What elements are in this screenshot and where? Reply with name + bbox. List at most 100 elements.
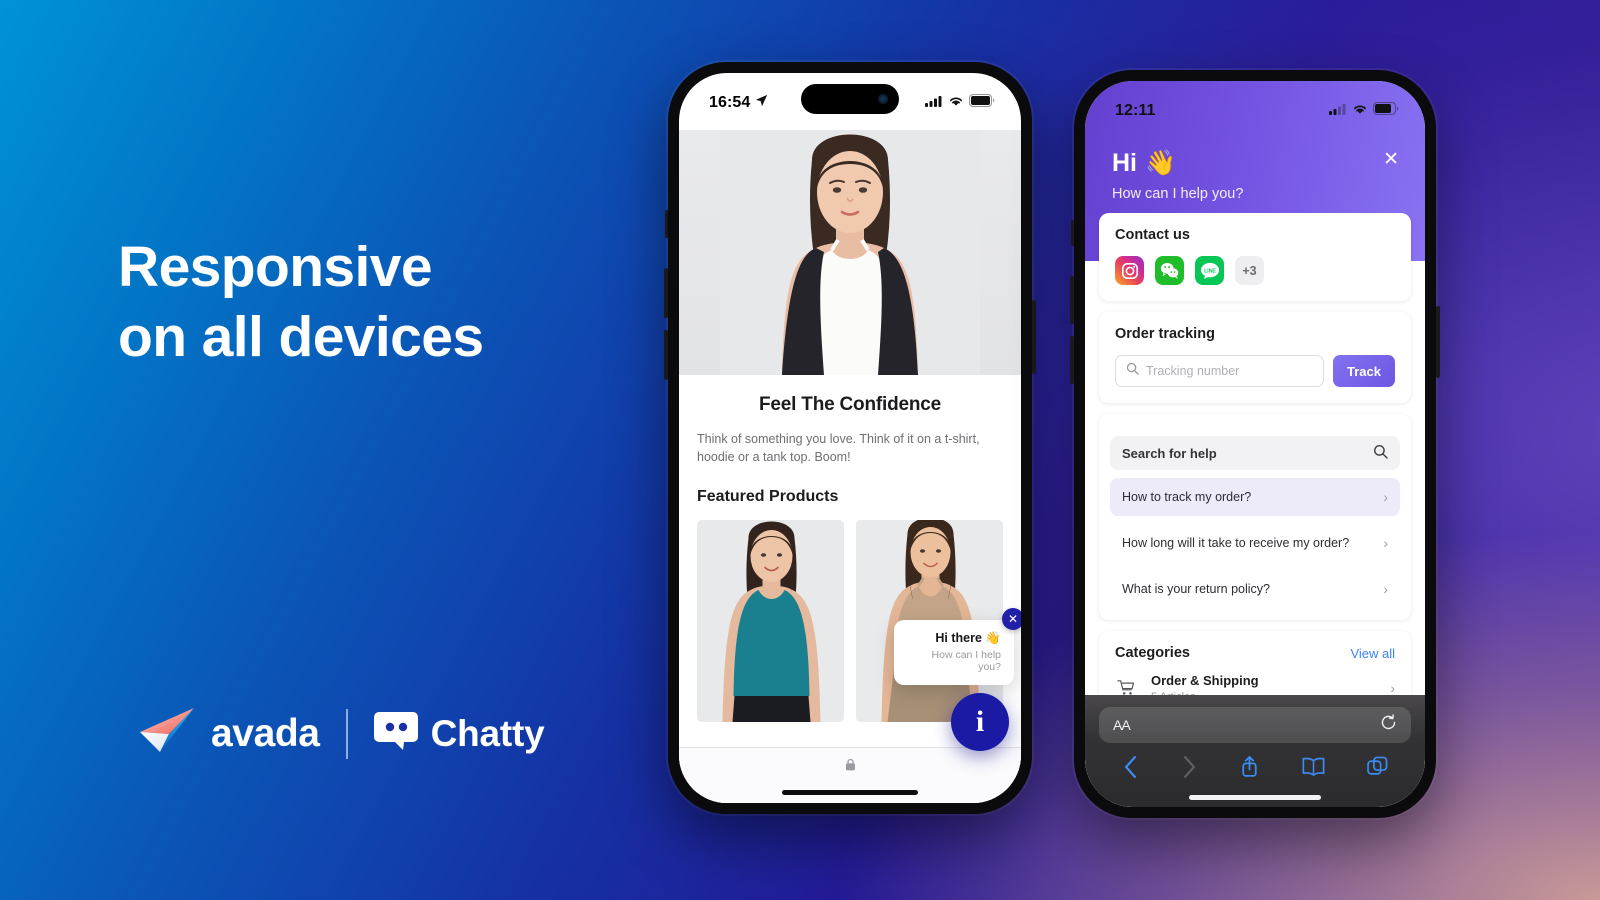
faq-question: What is your return policy?: [1122, 582, 1270, 596]
battery-icon: [1373, 102, 1399, 120]
product-headline: Feel The Confidence: [758, 394, 941, 415]
volume-up-button[interactable]: [664, 268, 668, 318]
categories-card: Categories View all Order & Shipping ›: [1099, 631, 1411, 695]
front-camera-icon: [878, 94, 888, 104]
mute-switch[interactable]: [1071, 220, 1074, 246]
safari-tool-row: [1085, 755, 1425, 783]
status-time: 16:54: [709, 94, 751, 111]
shopping-cart-icon: [1115, 679, 1137, 695]
tracking-number-input[interactable]: Tracking number: [1115, 355, 1324, 387]
volume-down-button[interactable]: [1070, 336, 1074, 384]
faq-question: How long will it take to receive my orde…: [1122, 536, 1350, 550]
category-row-0[interactable]: Order & Shipping 5 Articles ›: [1115, 673, 1395, 695]
safari-url-bar[interactable]: AA: [1099, 707, 1411, 743]
power-button[interactable]: [1032, 300, 1036, 374]
faq-item-2[interactable]: What is your return policy? ›: [1110, 570, 1400, 608]
chat-launcher-button[interactable]: i: [951, 693, 1009, 751]
product-description: Think of something you love. Think of it…: [697, 432, 980, 465]
instagram-icon[interactable]: [1115, 256, 1144, 285]
featured-products-heading: Featured Products: [697, 488, 839, 506]
avada-wordmark: avada: [211, 711, 320, 755]
phone-screen: 16:54 Feel The Confidence Think of somet…: [679, 73, 1021, 803]
more-channels-button[interactable]: +3: [1235, 256, 1264, 285]
promo-banner: Responsive on all devices avada Chatty 1…: [0, 0, 1600, 900]
close-icon[interactable]: ✕: [1002, 608, 1021, 630]
close-icon[interactable]: ✕: [1383, 150, 1399, 169]
contact-us-title: Contact us: [1115, 227, 1190, 243]
chatty-wordmark: Chatty: [430, 712, 545, 754]
help-search-input[interactable]: Search for help: [1110, 436, 1400, 470]
avada-paper-plane-icon: [138, 706, 200, 761]
chevron-right-icon: ›: [1383, 581, 1388, 597]
volume-up-button[interactable]: [1070, 276, 1074, 324]
volume-down-button[interactable]: [664, 330, 668, 380]
chat-teaser-title: Hi there 👋: [935, 631, 1001, 645]
cellular-signal-icon: [1329, 102, 1347, 120]
category-title: Order & Shipping: [1151, 673, 1259, 688]
text-size-button[interactable]: AA: [1113, 717, 1131, 733]
wifi-icon: [1352, 102, 1368, 120]
mute-switch[interactable]: [665, 210, 668, 238]
battery-icon: [969, 94, 995, 112]
cellular-signal-icon: [925, 94, 943, 112]
chevron-right-icon: ›: [1383, 489, 1388, 505]
location-arrow-icon: [755, 94, 768, 112]
reload-icon[interactable]: [1380, 714, 1397, 736]
power-button[interactable]: [1436, 306, 1440, 378]
wifi-icon: [948, 94, 964, 112]
wechat-icon[interactable]: [1155, 256, 1184, 285]
contact-us-card: Contact us LINE +3: [1099, 213, 1411, 301]
hero-image: [679, 130, 1021, 375]
share-icon[interactable]: [1240, 755, 1259, 783]
status-time: 12:11: [1115, 102, 1156, 119]
headline-line-1: Responsive: [118, 235, 433, 299]
chevron-left-icon[interactable]: [1122, 755, 1139, 783]
dynamic-island: [801, 84, 899, 114]
info-icon: i: [975, 705, 985, 738]
chat-teaser-bubble[interactable]: ✕ Hi there 👋 How can I help you?: [894, 608, 1021, 685]
brand-lockup: avada Chatty: [138, 706, 545, 761]
track-button[interactable]: Track: [1333, 355, 1395, 387]
product-card-1[interactable]: [697, 520, 844, 723]
faq-item-0[interactable]: How to track my order? ›: [1110, 478, 1400, 516]
waving-hand-icon: 👋: [1145, 149, 1177, 177]
search-icon: [1126, 362, 1139, 380]
widget-greeting: Hi 👋: [1112, 149, 1177, 177]
chevron-right-icon[interactable]: [1181, 755, 1198, 783]
view-all-link[interactable]: View all: [1350, 646, 1395, 661]
faq-item-1[interactable]: How long will it take to receive my orde…: [1110, 524, 1400, 562]
headline-line-2: on all devices: [118, 305, 484, 370]
chatty-logo: Chatty: [373, 710, 545, 757]
avada-logo: avada: [138, 706, 320, 761]
lock-icon: [845, 758, 856, 776]
categories-title: Categories: [1115, 645, 1190, 661]
line-icon[interactable]: LINE: [1195, 256, 1224, 285]
chat-bubble-icon: [373, 710, 418, 757]
help-card: Search for help How to track my order? ›: [1099, 414, 1411, 620]
home-indicator: [782, 790, 918, 795]
phone-screen: 12:11 Hi 👋 How can I help you? ✕ Contact…: [1085, 81, 1425, 807]
chat-teaser-subtitle: How can I help you?: [931, 649, 1001, 673]
phone-storefront: 16:54 Feel The Confidence Think of somet…: [664, 62, 1036, 814]
order-tracking-card: Order tracking Tracking number Track: [1099, 312, 1411, 403]
waving-hand-icon: 👋: [985, 631, 1001, 645]
tracking-number-placeholder: Tracking number: [1146, 364, 1240, 378]
status-bar: 12:11: [1085, 81, 1425, 129]
home-indicator: [1189, 795, 1321, 800]
widget-scroll-area[interactable]: Contact us LINE +3 Order tracking Tracki…: [1085, 213, 1425, 695]
brand-separator: [345, 708, 348, 759]
page-title: Responsive on all devices: [118, 232, 484, 372]
contact-channels: LINE +3: [1115, 256, 1395, 285]
search-icon[interactable]: [1373, 444, 1388, 462]
widget-greeting-subtitle: How can I help you?: [1112, 186, 1244, 202]
tabs-icon[interactable]: [1367, 756, 1388, 782]
svg-text:LINE: LINE: [1204, 268, 1216, 274]
book-icon[interactable]: [1302, 757, 1325, 781]
chevron-right-icon: ›: [1383, 535, 1388, 551]
faq-question: How to track my order?: [1122, 490, 1252, 504]
phone-chat-widget: 12:11 Hi 👋 How can I help you? ✕ Contact…: [1070, 70, 1440, 818]
order-tracking-title: Order tracking: [1115, 326, 1215, 342]
faq-list: How to track my order? › How long will i…: [1110, 478, 1400, 608]
safari-toolbar: AA: [1085, 695, 1425, 807]
help-search-label: Search for help: [1122, 445, 1217, 461]
